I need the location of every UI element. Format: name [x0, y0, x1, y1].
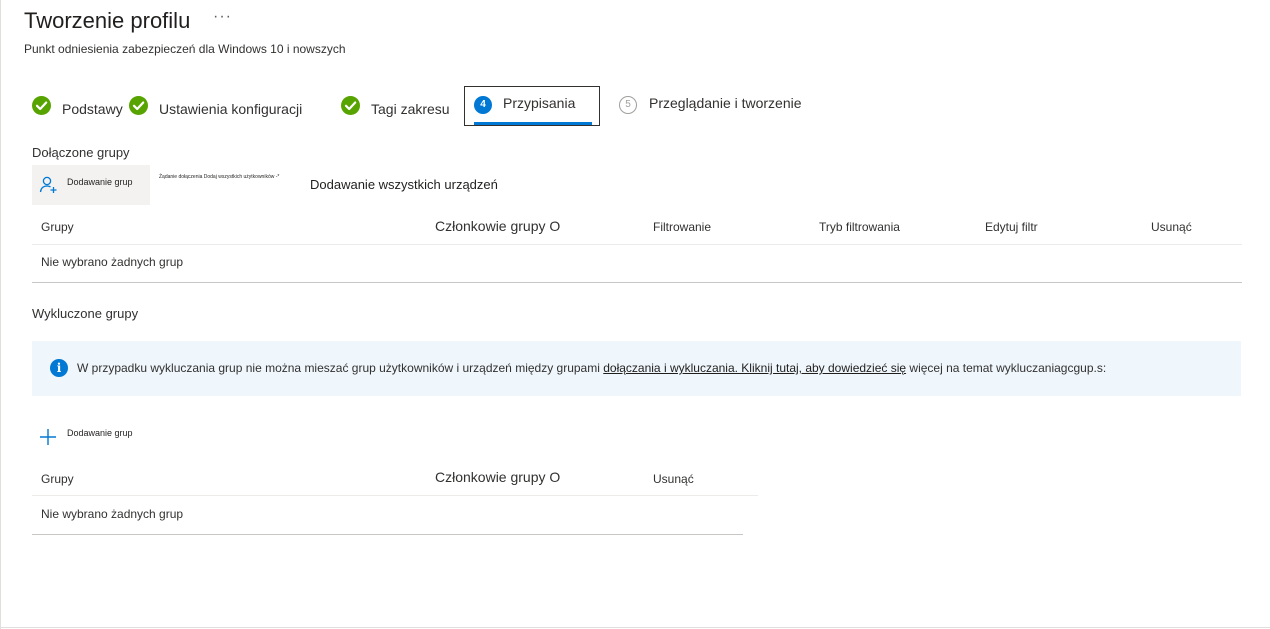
excluded-empty-message: Nie wybrano żadnych grup [41, 507, 184, 521]
page-title: Tworzenie profilu [24, 8, 191, 33]
column-header-remove: Usunąć [653, 472, 694, 486]
checkmark-icon [32, 96, 51, 115]
add-person-icon [39, 176, 57, 193]
info-message-suffix: więcej na temat wykluczaniagcgup.s: [906, 361, 1107, 375]
step-label: Podstawy [62, 101, 123, 117]
page-left-border [0, 0, 1, 629]
info-message: W przypadku wykluczania grup nie można m… [77, 361, 1106, 375]
page-subtitle: Punkt odniesienia zabezpieczeń dla Windo… [24, 42, 346, 56]
page-bottom-border [0, 627, 1270, 628]
info-icon: i [50, 359, 68, 377]
add-all-users-link[interactable]: Żądanie dołączenia Dodaj wszystkich użyt… [159, 174, 279, 180]
column-header-remove: Usunąć [1151, 220, 1192, 234]
table-bottom-divider [32, 534, 743, 535]
more-options-button[interactable]: ··· [213, 8, 232, 26]
table-header-divider [32, 495, 758, 496]
excluded-groups-heading: Wykluczone grupy [32, 306, 139, 321]
add-all-devices-link[interactable]: Dodawanie wszystkich urządzeń [310, 177, 498, 192]
plus-icon [40, 429, 56, 445]
column-header-edit-filter: Edytuj filtr [985, 220, 1038, 234]
checkmark-icon [129, 96, 148, 115]
info-message-text: W przypadku wykluczania grup nie można m… [77, 361, 604, 375]
add-groups-label: Dodawanie grup [67, 177, 133, 187]
learn-more-link[interactable]: dołączania i wykluczania. Kliknij tutaj,… [603, 361, 906, 375]
add-groups-button[interactable]: Dodawanie grup [32, 165, 150, 205]
included-groups-heading: Dołączone grupy [32, 145, 130, 160]
column-header-filter: Filtrowanie [653, 220, 712, 234]
step-label: Przeglądanie i tworzenie [649, 95, 802, 111]
column-header-groups: Grupy [41, 472, 74, 486]
step-label: Przypisania [503, 95, 576, 111]
table-header-divider [32, 244, 1242, 245]
checkmark-icon [341, 96, 360, 115]
table-bottom-divider [32, 282, 1242, 283]
step-label: Tagi zakresu [371, 101, 450, 117]
column-header-members: Członkowie grupy O [435, 218, 561, 234]
step-label: Ustawienia konfiguracji [159, 101, 303, 117]
active-step-indicator [474, 122, 592, 125]
column-header-groups: Grupy [41, 220, 74, 234]
step-number-badge: 5 [619, 96, 637, 114]
included-empty-message: Nie wybrano żadnych grup [41, 255, 184, 269]
column-header-filter-mode: Tryb filtrowania [819, 220, 900, 234]
step-number-badge: 4 [474, 96, 492, 114]
column-header-members: Członkowie grupy O [435, 469, 561, 485]
add-groups-label: Dodawanie grup [67, 428, 133, 438]
